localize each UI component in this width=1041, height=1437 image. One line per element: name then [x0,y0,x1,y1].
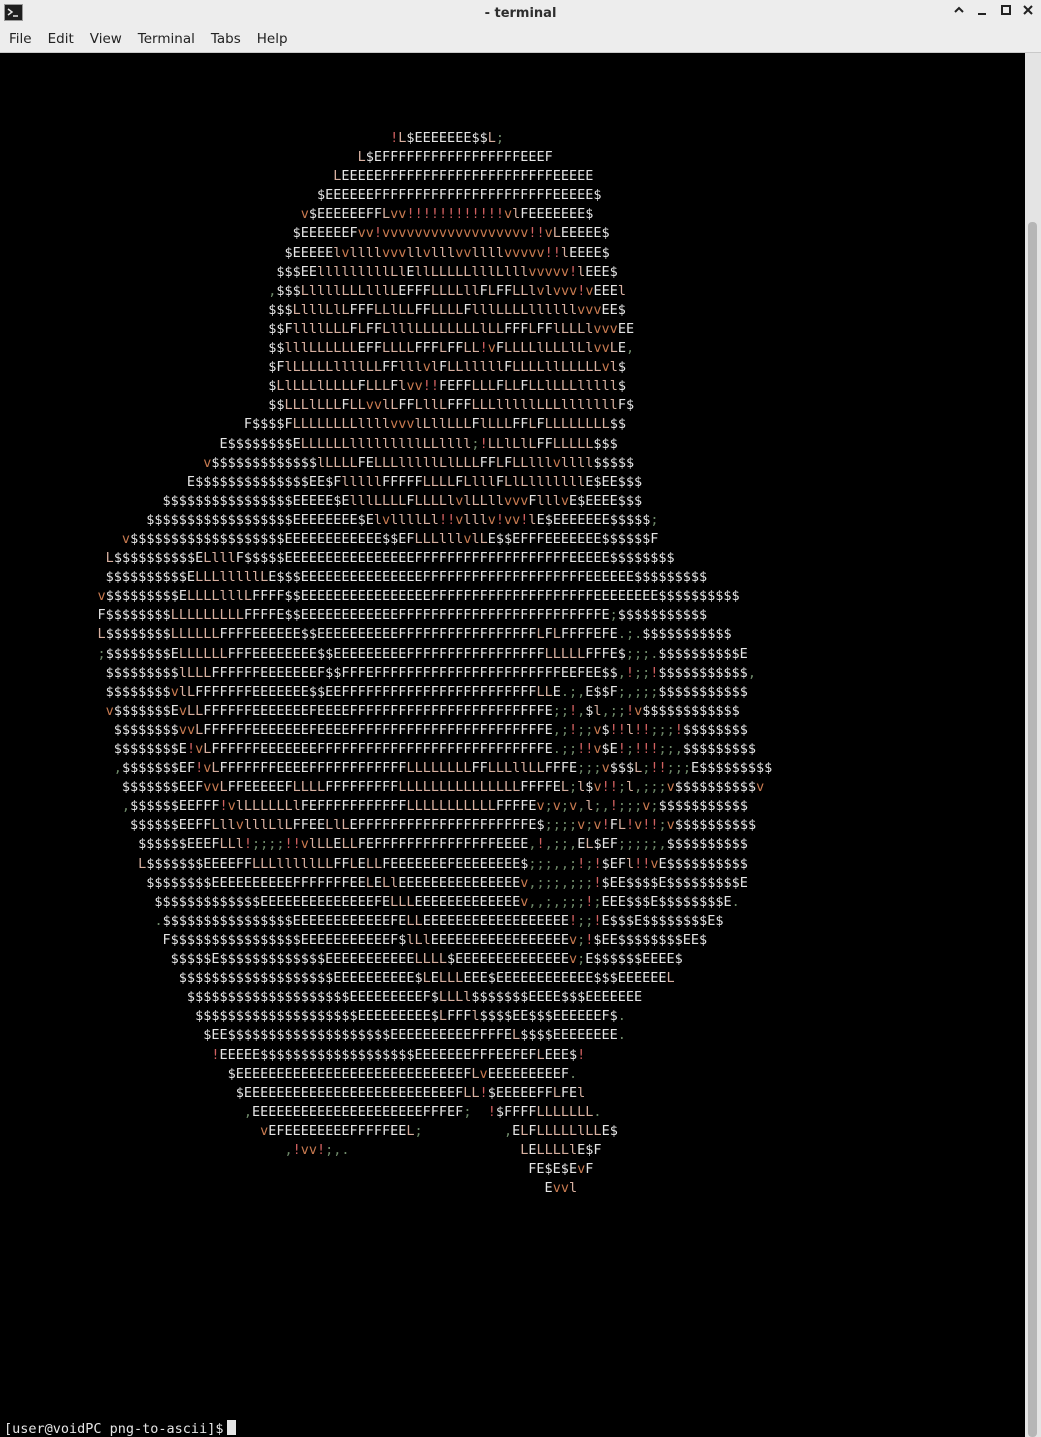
close-icon[interactable] [1018,3,1038,23]
menu-edit[interactable]: Edit [41,27,81,52]
ascii-art-line: $$lllLLLLLLEFFLLLLFFFLFFLL!vFLLLLlLLLlLl… [0,340,635,357]
ascii-art-line: $$$$$$$$$$$$$$$$$$$$EEEEEEEEE$LFFFl$$$$E… [0,1008,626,1025]
ascii-art-line: $$$$$$$$vvLFFFFFFEEEEEEEFEEEEFFFFFFFFFFF… [0,721,748,738]
ascii-art-line: $EEEEElvllllvvvllvlllvvllllvvvvv!!lEEEE$ [0,244,610,261]
chevron-up-icon[interactable] [949,3,969,23]
ascii-art-line: .$$$$$$$$$$$$$$$$EEEEEEEEEEEEFELLEEEEEEE… [154,912,724,929]
shell-prompt: [user@voidPC png-to-ascii]$ [4,1421,224,1437]
ascii-art-line: L$$$$$$$$LLLLLLFFFFEEEEEE$$EEEEEEEEEEFFF… [97,626,732,643]
ascii-art-line: $$$EElllllllllLlEllLLLLLlllLlllvvvvv!lEE… [0,263,618,280]
ascii-art-line: $$$$$$EEFFLllvlllLlLFFEELlLEFFFFFFFFFFFF… [0,817,757,834]
ascii-art-line: F$$$$$$$$$$$$$$$$EEEEEEEEEEEF$lLlEEEEEEE… [0,931,708,948]
window-title: - terminal [484,6,557,21]
ascii-art-line: $EEEEEEFFFFFFFFFFFFFFFFFFFFFFEEEEE$ [0,187,602,204]
ascii-art-line: L$$$$$$$EEEEFFLLLlllllLLFFLELLFEEEEEEEFE… [138,855,748,872]
ascii-art: !L$EEEEEEE$$L; L$EFFFFFFFFFFFFFFFFFEEEF … [0,129,1025,1198]
ascii-art-line: $$LLLlLLLFLLvvlLFFLllLFFFLLLlllllLLLllll… [0,397,635,414]
minimize-button[interactable] [972,3,992,23]
ascii-art-line: $$$$$$$$E!vLFFFFFFEEEEEEEFFFFFFFFFFFFFFF… [0,741,757,757]
menu-help[interactable]: Help [250,27,295,52]
ascii-art-line: FE$E$EvF [0,1161,594,1178]
ascii-art-line: $$$$$$$EEFvvLFFEEEEEFLLLLFFFFFFFFFLLLLLL… [0,779,765,796]
maximize-button[interactable] [996,3,1016,23]
menu-file[interactable]: File [2,27,39,52]
ascii-art-line: E$$$$$$$$$$$$$$EE$FlllllFFFFFLLLLFLlllFL… [0,473,643,490]
ascii-art-line: ,$$$LllllLLLlllLEFFFLLLLllFLFFLLlvlvvv!v… [268,282,627,299]
ascii-art-line: $EEEEEEEEEEEEEEEEEEEEEEEEEEEEFLvEEEEEEEE… [0,1065,578,1082]
terminal-output[interactable]: !L$EEEEEEE$$L; L$EFFFFFFFFFFFFFFFFFEEEF … [0,53,1025,1437]
ascii-art-line: !L$EEEEEEE$$L; [390,130,504,146]
ascii-art-line: E$$$$$$$$ELLLLLLlllllllllLLllll;!LLlLlLF… [0,435,618,452]
ascii-art-line: $$$$$$$$$lLLLFFFFFFEEEEEEEF$$FFFEFFFFFFF… [0,664,756,681]
ascii-art-line: ;$$$$$$$$ELLLLLLFFFEEEEEEEE$$EEEEEEEEEFF… [97,645,748,662]
ascii-art-line: $$$$$$$$$$ELLLlllllLE$$$EEEEEEEEEEEEEEEF… [0,569,708,586]
ascii-art-line: $FlLLLLLllllLLFFlllvlFLLlllllFLLLLllLLLL… [0,359,626,376]
ascii-art-line: $$$$$E$$$$$$$$$$$$$EEEEEEEEEEELLLL$EEEEE… [0,951,683,968]
menu-tabs[interactable]: Tabs [204,27,248,52]
ascii-art-line: v$$$$$$$$$$$$$lLLLLFELLLlllllLlLLLFFLFLL… [203,454,635,471]
text-cursor [227,1420,237,1435]
ascii-art-line: $$$$$$$$$$$$$$$$EEEEE$ElllLLLLFLLLLlvlLL… [0,492,643,509]
menu-terminal[interactable]: Terminal [131,27,202,52]
ascii-art-line: ,$$$$$$EEFFF!vlLLLLLLlFEFFFFFFFFFFFLLLLL… [121,798,748,815]
ascii-art-line: F$$$$FLLLLLLLLllllvvvlLllLLLFlLLLFFLFLLL… [0,416,626,433]
ascii-art-line: $$$LlllLlLFFFLLlLLFFLLLLFlllLLLLllllllvv… [0,301,626,318]
ascii-art-line: F$$$$$$$$LLLLLLLLLFFFFE$$EEEEEEEEEEEEFFF… [0,607,708,624]
ascii-art-line: LEEEEEFFFFFFFFFFFFFFFFFFFFFEEEEE [333,168,594,185]
menu-view[interactable]: View [83,27,129,52]
ascii-art-line: ,!vv!;,. LELLLLlE$F [284,1141,602,1158]
ascii-art-line: $LlLLLlLLLLFLLLFlvv!!FEFFLLLFLLFLLlLLLll… [0,378,626,395]
ascii-art-line: $$$$$$$$EEEEEEEEEEFFFFFFFEELELlEEEEEEEEE… [0,874,748,891]
ascii-art-line: $$$$$$$$$$$$$$$$$$$EEEEEEEEEE$LELLLEEE$E… [0,970,675,987]
scrollbar-thumb[interactable] [1028,222,1037,1437]
menu-bar: File Edit View Terminal Tabs Help [0,27,1041,53]
ascii-art-line: v$EEEEEEFFLvv!!!!!!!!!!!!vlFEEEEEEE$ [300,206,594,223]
ascii-art-line: $EEEEEEEEEEEEEEEEEEEEEEEEEEFLL!$EEEEEFFL… [0,1084,586,1101]
ascii-art-line: vEFEEEEEEEEFFFFFEEL; ,ELFLLLLLlLLE$ [260,1122,618,1139]
ascii-art-line: Evvl [0,1180,578,1197]
prompt-line[interactable]: [user@voidPC png-to-ascii]$ [4,1420,237,1437]
ascii-art-line: v$$$$$$$$$ELLLLlllLFFFF$$EEEEEEEEEEEEEEE… [97,588,740,605]
ascii-art-line: v$$$$$$$EvLLFFFFFFEEEEEEEFEEEEFFFFFFFFFF… [105,702,740,719]
ascii-art-line: $$$$$$EEEFLLl!;;;;!!vlLLELLFEFFFFFFFFFFF… [0,836,748,853]
ascii-art-line: $$$$$$$$$$$$$$$$$$EEEEEEEE$ElvllllLl!!vl… [0,511,659,528]
ascii-art-line: L$EFFFFFFFFFFFFFFFFFEEEF [357,149,553,166]
ascii-art-line: v$$$$$$$$$$$$$$$$$$$EEEEEEEEEEEE$$EFLLLl… [121,530,659,547]
ascii-art-line: $$FllllLLLFLFFLlllLLLLLLLLlLLFFFLFFlLLLl… [0,320,635,337]
ascii-art-line: $EEEEEEFvv!vvvvvvvvvvvvvvvvvv!!vLEEEEE$ [0,225,610,242]
title-bar: - terminal [0,0,1041,27]
ascii-art-line: $$$$$$$$$$$$$EEEEEEEEEEEEEEFELLLEEEEEEEE… [0,893,740,910]
ascii-art-line: ,$$$$$$$EF!vLFFFFFFFEEEEFFFFFFFFFFFFLLLL… [113,760,773,777]
ascii-art-line: $$$$$$$$vlLFFFFFFFEEEEEEE$$EEFFFFFFFFFFF… [0,683,748,700]
ascii-art-line: ,EEEEEEEEEEEEEEEEEEEEEFFFEF; !$FFFFLLLLL… [243,1103,602,1120]
ascii-art-line: L$$$$$$$$$$ELlllF$$$$$EEEEEEEEEEEEEEEEFF… [105,550,675,567]
ascii-art-line: !EEEEE$$$$$$$$$$$$$$$$$$$EEEEEEEFFFEEFEF… [211,1046,586,1063]
ascii-art-line: $$$$$$$$$$$$$$$$$$$$EEEEEEEEEF$LLLl$$$$$… [0,989,643,1006]
ascii-art-line: $EE$$$$$$$$$$$$$$$$$$$$EEEEEEEEEEFFFFEL$… [0,1027,626,1044]
scrollbar[interactable] [1025,53,1041,1437]
